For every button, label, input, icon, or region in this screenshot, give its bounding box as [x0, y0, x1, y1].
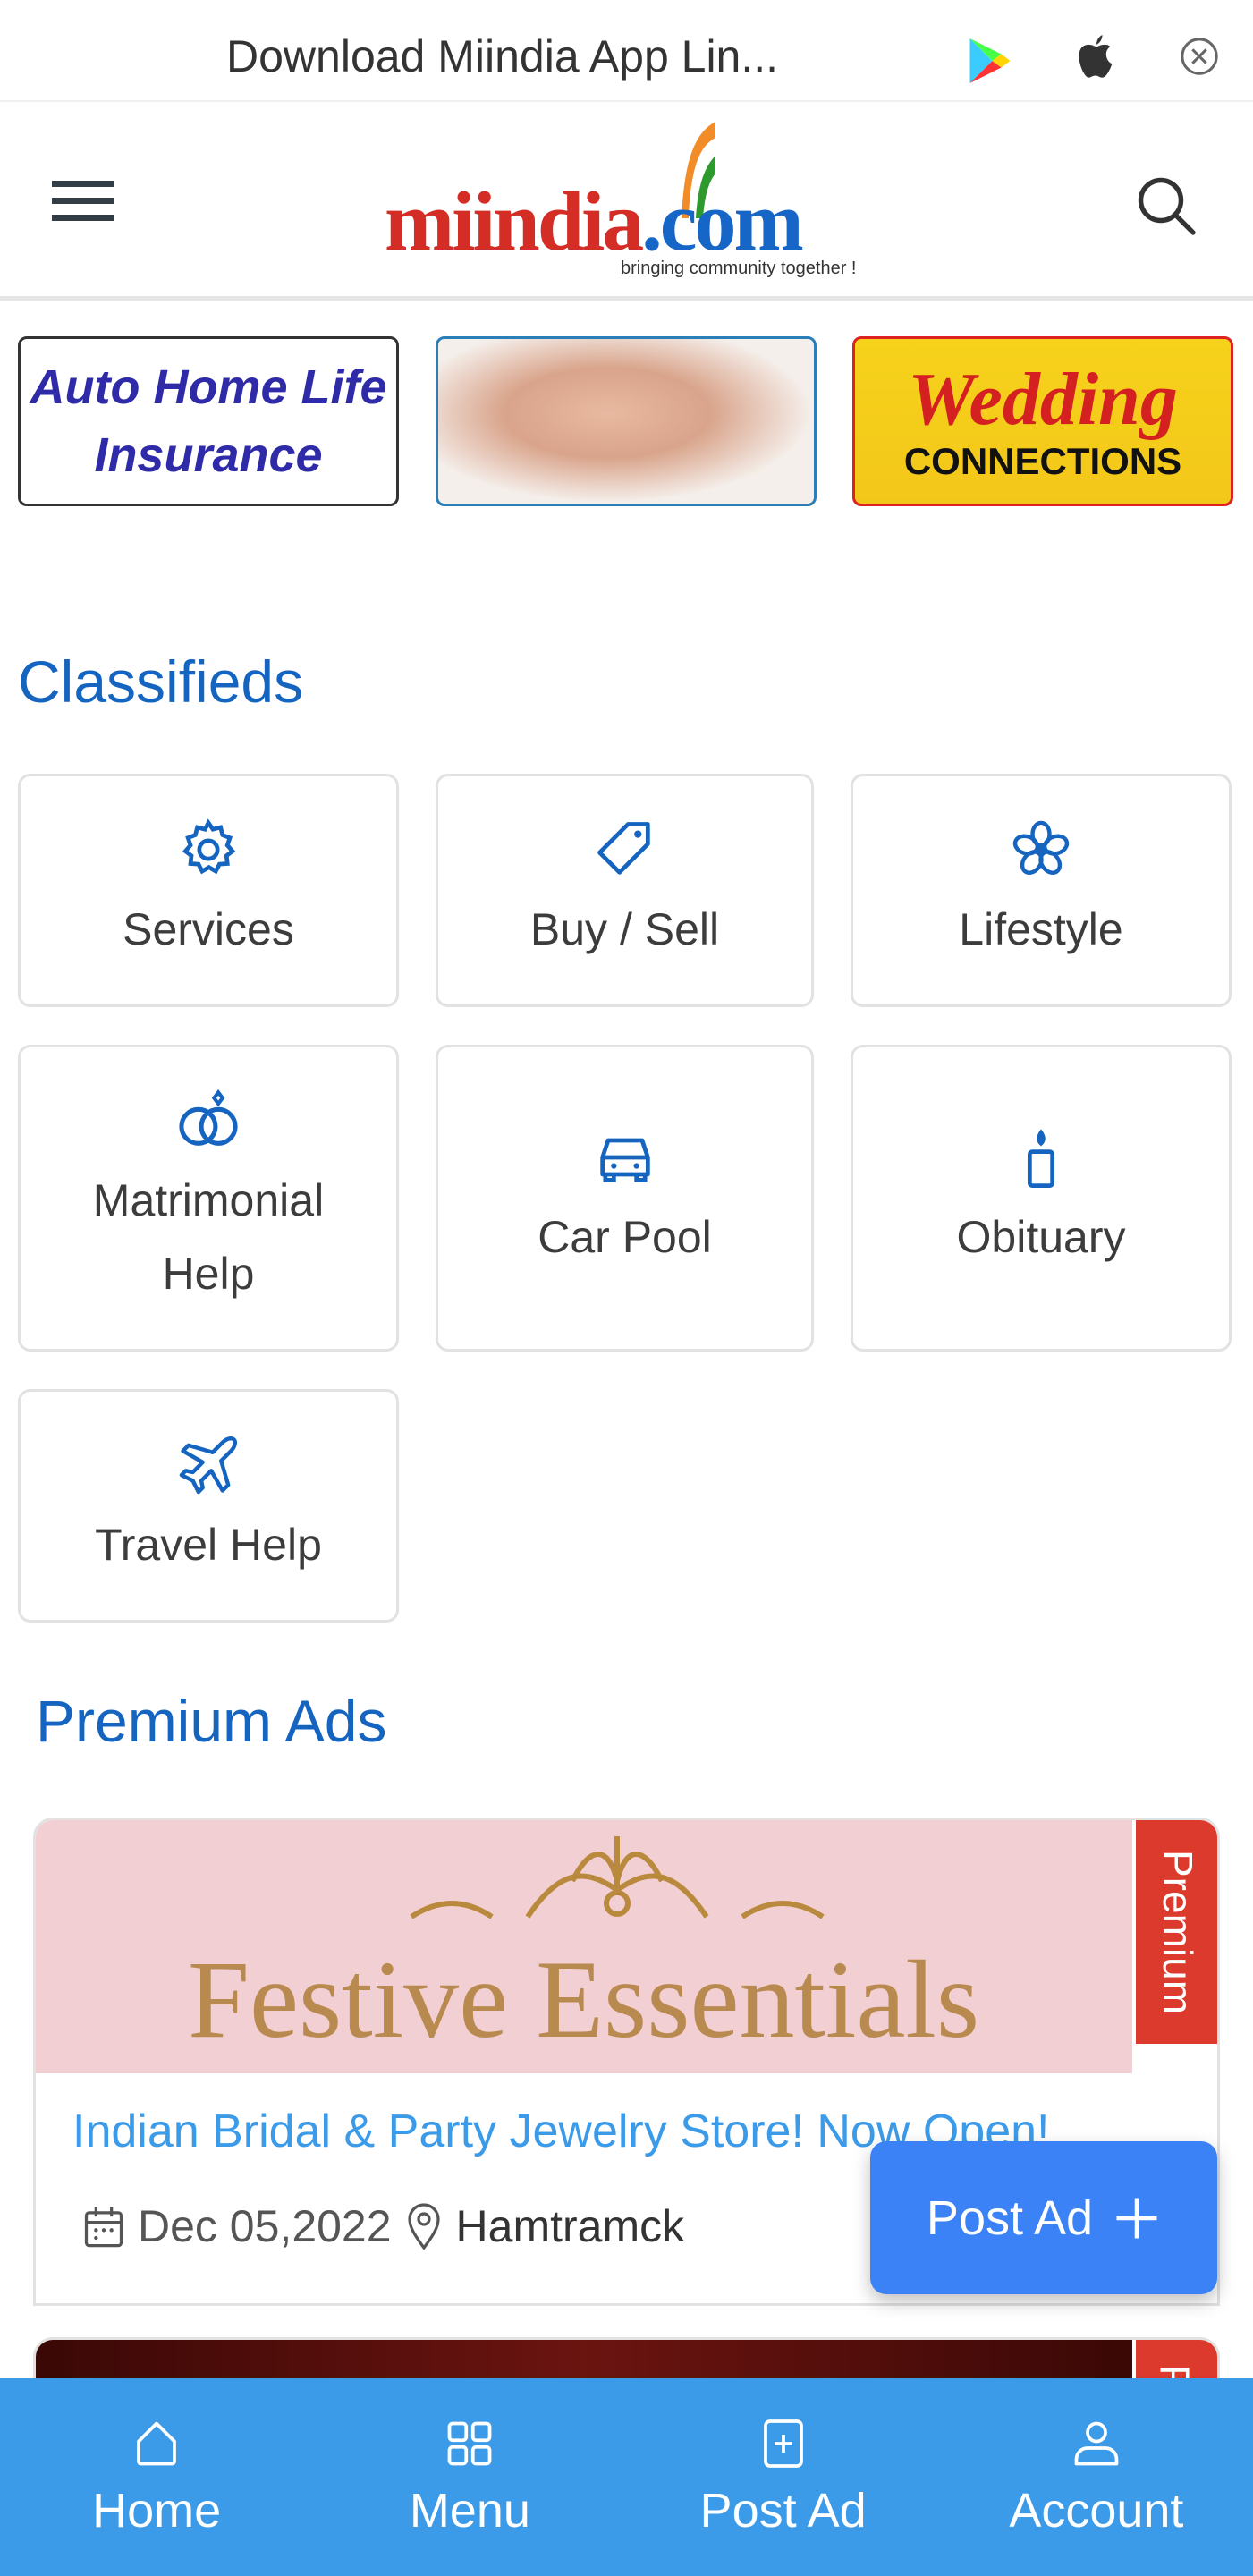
app-download-bar: Download Miindia App Lin...	[0, 0, 1253, 102]
banner-text: Insurance	[94, 428, 323, 482]
banner-wedding[interactable]: Wedding CONNECTIONS	[852, 336, 1233, 506]
category-label: Car Pool	[538, 1211, 712, 1262]
plus-square-icon	[763, 2419, 803, 2468]
category-obituary[interactable]: Obituary	[851, 1045, 1232, 1352]
hamburger-icon[interactable]	[52, 181, 114, 222]
candle-icon	[1027, 1128, 1055, 1188]
ad-date: Dec 05,2022	[138, 2201, 392, 2251]
search-icon[interactable]	[1134, 174, 1198, 238]
nav-account[interactable]: Account	[940, 2378, 1253, 2576]
nav-menu[interactable]: Menu	[313, 2378, 626, 2576]
plus-icon	[1116, 2198, 1157, 2238]
category-label: Buy / Sell	[529, 903, 720, 954]
close-icon[interactable]	[1179, 36, 1220, 77]
app-download-text[interactable]: Download Miindia App Lin...	[226, 30, 778, 82]
grid-icon	[448, 2421, 492, 2465]
banner-baby[interactable]	[436, 336, 817, 506]
rings-icon	[179, 1089, 238, 1146]
banner-text: CONNECTIONS	[903, 440, 1182, 482]
category-travel-help[interactable]: Travel Help	[18, 1389, 399, 1623]
logo-wordmark: miindia.com	[385, 175, 804, 268]
nav-label: Menu	[409, 2483, 530, 2538]
banner-insurance[interactable]: Auto Home Life Insurance	[18, 336, 399, 506]
category-label: Travel Help	[95, 1519, 322, 1570]
nav-label: Home	[92, 2483, 222, 2538]
category-services[interactable]: Services	[18, 774, 399, 1007]
apple-icon[interactable]	[1073, 32, 1120, 84]
nav-label: Account	[1009, 2483, 1184, 2538]
nav-label: Post Ad	[699, 2483, 867, 2538]
car-icon	[599, 1138, 650, 1182]
header: miindia.com bringing community together …	[0, 102, 1253, 301]
ad-meta: Dec 05,2022 Hamtramck	[80, 2200, 684, 2252]
nav-post-ad[interactable]: Post Ad	[627, 2378, 940, 2576]
flower-icon	[1012, 820, 1070, 875]
logo[interactable]: miindia.com bringing community together …	[385, 120, 876, 290]
ornament-icon	[410, 1836, 825, 1919]
bottom-nav: Home Menu Post Ad Account	[0, 2378, 1253, 2576]
logo-tagline: bringing community together !	[621, 258, 857, 278]
user-icon	[1074, 2421, 1119, 2465]
nav-home[interactable]: Home	[0, 2378, 313, 2576]
home-icon	[137, 2421, 176, 2465]
post-ad-fab[interactable]: Post Ad	[870, 2141, 1217, 2294]
gear-icon	[182, 818, 236, 874]
ad-location: Hamtramck	[455, 2201, 685, 2251]
location-pin-icon	[407, 2203, 440, 2250]
banner-text: Auto Home Life	[30, 360, 387, 414]
premium-ads-heading: Premium Ads	[36, 1688, 387, 1754]
classifieds-heading: Classifieds	[18, 648, 304, 715]
category-label: Obituary	[956, 1211, 1126, 1262]
category-matrimonial-help[interactable]: Matrimonial Help	[18, 1045, 399, 1352]
category-label: Matrimonial Help	[92, 1174, 325, 1299]
calendar-icon	[84, 2207, 123, 2248]
premium-badge: Premium	[1136, 1820, 1217, 2044]
tag-icon	[597, 821, 650, 875]
category-label: Lifestyle	[959, 903, 1123, 954]
category-label: Services	[123, 903, 294, 954]
premium-badge-text: Premium	[1155, 1849, 1201, 2015]
ad-image[interactable]: Festive Essentials	[36, 1820, 1132, 2073]
ad-image-text: Festive Essentials	[188, 1938, 980, 2061]
post-ad-fab-label: Post Ad	[926, 2190, 1094, 2245]
category-lifestyle[interactable]: Lifestyle	[851, 774, 1232, 1007]
banner-text: Wedding	[908, 358, 1178, 441]
category-car-pool[interactable]: Car Pool	[436, 1045, 814, 1352]
airplane-icon	[179, 1436, 238, 1494]
google-play-icon[interactable]	[968, 36, 1012, 86]
category-buy-sell[interactable]: Buy / Sell	[436, 774, 814, 1007]
